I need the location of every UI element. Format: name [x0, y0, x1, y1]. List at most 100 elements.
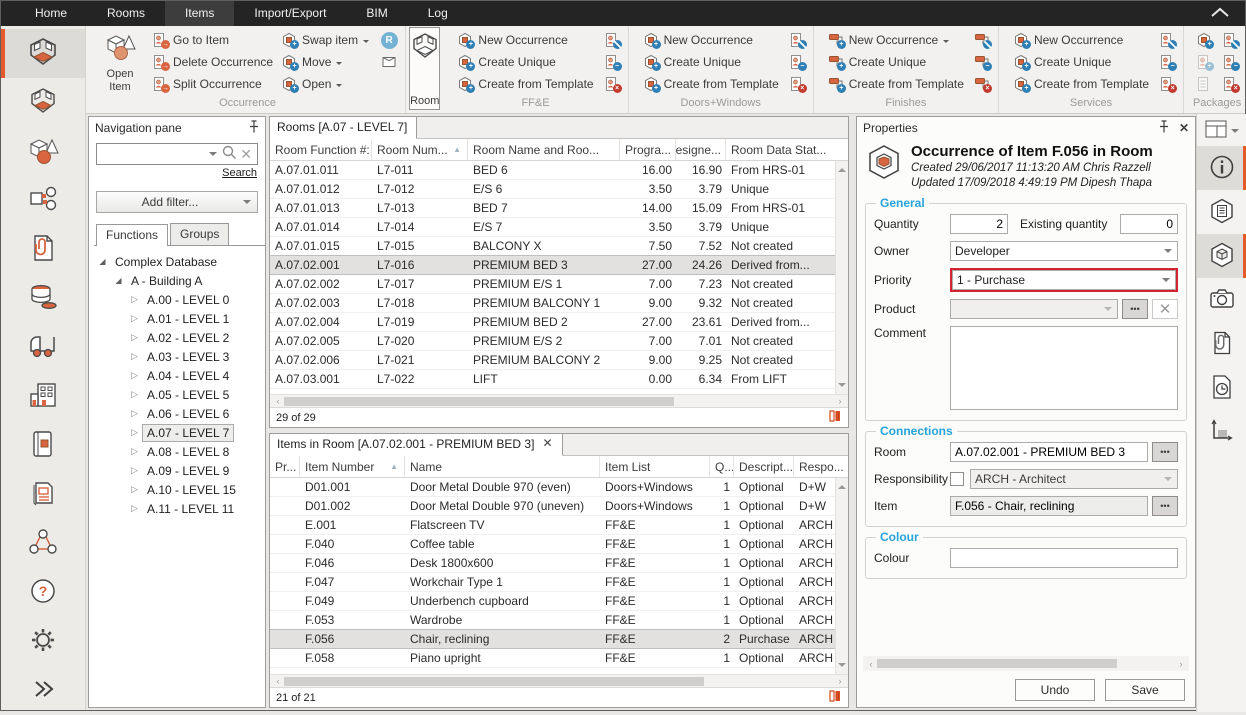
tree-node[interactable]: A.08 - LEVEL 8 [89, 442, 265, 461]
open-item-button[interactable]: Open Item [96, 29, 144, 94]
ribbon-menu-item[interactable]: → Split Occurrence [152, 73, 273, 95]
search-input[interactable] [100, 147, 209, 161]
measure-panel-button[interactable] [1197, 410, 1246, 454]
rooms-horizontal-scrollbar[interactable]: ‹› [270, 394, 848, 407]
sidebar-item-help[interactable]: ? [1, 568, 85, 617]
items-in-room-tab[interactable]: Items in Room [A.07.02.001 - PREMIUM BED… [270, 434, 563, 456]
clear-search-icon[interactable]: ✕ [238, 146, 254, 163]
attachments-panel-button[interactable] [1197, 322, 1246, 366]
data-sheet-panel-button[interactable] [1197, 190, 1246, 234]
room-row[interactable]: A.07.02.005 L7-020 PREMIUM E/S 2 7.00 7.… [270, 332, 848, 351]
ribbon-menu-item[interactable]: + Create Unique [643, 51, 779, 73]
column-header[interactable]: Descript... [734, 456, 794, 477]
sidebar-item-logistics[interactable] [1, 323, 85, 372]
revit-link-button[interactable]: R [379, 29, 399, 51]
tree-node[interactable]: A.09 - LEVEL 9 [89, 461, 265, 480]
item-row[interactable]: D01.002 Door Metal Double 970 (uneven) D… [270, 497, 848, 516]
sidebar-item-settings[interactable] [1, 617, 85, 666]
rooms-vertical-scrollbar[interactable] [835, 161, 848, 394]
room-row[interactable]: A.07.02.002 L7-017 PREMIUM E/S 1 7.00 7.… [270, 275, 848, 294]
rooms-tab[interactable]: Rooms [A.07 - LEVEL 7] [270, 117, 417, 139]
product-browse-button[interactable]: ••• [1122, 299, 1148, 319]
existing-quantity-field[interactable] [1120, 214, 1178, 234]
item-row[interactable]: E.001 Flatscreen TV FF&E 1 Optional ARCH [270, 516, 848, 535]
responsibility-checkbox[interactable] [950, 472, 964, 486]
collapse-ribbon-button[interactable] [1209, 1, 1231, 26]
column-header-sorted[interactable]: Room Num...▲ [372, 139, 468, 160]
sidebar-item-reports[interactable] [1, 470, 85, 519]
ribbon-menu-item[interactable]: + New Occurrence [828, 29, 964, 51]
save-button[interactable]: Save [1105, 679, 1185, 701]
tree-node[interactable]: A.11 - LEVEL 11 [89, 499, 265, 518]
sidebar-item-network[interactable] [1, 519, 85, 568]
sidebar-item-rooms[interactable] [1, 29, 85, 78]
tree-node[interactable]: A.05 - LEVEL 5 [89, 385, 265, 404]
edit-finish-button[interactable] [972, 29, 992, 51]
ribbon-menu-item[interactable]: + Create Unique [457, 51, 593, 73]
responsibility-dropdown[interactable]: ARCH - Architect [970, 469, 1178, 489]
item-row[interactable]: D01.001 Door Metal Double 970 (even) Doo… [270, 478, 848, 497]
ribbon-menu-item[interactable]: + Create from Template [828, 73, 964, 95]
column-chooser-icon[interactable] [828, 689, 842, 706]
ribbon-menu-item[interactable]: → Delete Occurrence [152, 51, 273, 73]
navigation-tab[interactable]: Groups [170, 223, 229, 245]
new-package-occurrence-button[interactable]: + [1194, 29, 1214, 51]
search-history-caret-icon[interactable] [209, 152, 217, 160]
ribbon-menu-item[interactable]: + Open [281, 73, 369, 95]
ribbon-tab[interactable]: Log [408, 1, 468, 26]
item-row[interactable]: F.049 Underbench cupboard FF&E 1 Optiona… [270, 592, 848, 611]
column-chooser-icon[interactable] [828, 409, 842, 426]
edit-template-button[interactable] [602, 29, 622, 51]
owner-dropdown[interactable]: Developer [950, 241, 1178, 261]
ribbon-menu-item[interactable]: → Go to Item [152, 29, 273, 51]
navigation-tab[interactable]: Functions [96, 224, 168, 246]
tree-node[interactable]: Complex Database [89, 252, 265, 271]
room-field[interactable] [950, 442, 1148, 462]
sidebar-item-finance[interactable] [1, 274, 85, 323]
edit-package-button[interactable] [1220, 29, 1240, 51]
delete-template-button[interactable]: × [602, 73, 622, 95]
item-row[interactable]: F.040 Coffee table FF&E 1 Optional ARCH [270, 535, 848, 554]
room-row[interactable]: A.07.01.012 L7-012 E/S 6 3.50 3.79 Uniqu… [270, 180, 848, 199]
search-icon[interactable] [221, 144, 238, 164]
ribbon-menu-item[interactable]: + New Occurrence [643, 29, 779, 51]
sidebar-item-room-data[interactable] [1, 78, 85, 127]
add-filter-dropdown[interactable]: Add filter... [96, 191, 258, 213]
remove-package-button[interactable]: − [1220, 51, 1240, 73]
sidebar-item-catalog[interactable] [1, 421, 85, 470]
quantity-field[interactable] [950, 214, 1008, 234]
room-row[interactable]: A.07.02.003 L7-018 PREMIUM BALCONY 1 9.0… [270, 294, 848, 313]
delete-finish-button[interactable]: × [972, 73, 992, 95]
pin-icon[interactable] [248, 120, 259, 136]
item-row[interactable]: F.046 Desk 1800x600 FF&E 1 Optional ARCH [270, 554, 848, 573]
item-row[interactable]: F.053 Wardrobe FF&E 1 Optional ARCH [270, 611, 848, 630]
ribbon-tab[interactable]: BIM [346, 1, 407, 26]
sidebar-item-occurrences[interactable] [1, 176, 85, 225]
tree-node[interactable]: A.07 - LEVEL 7 [89, 423, 265, 442]
item-row[interactable]: F.058 Piano upright FF&E 1 Optional ARCH [270, 649, 848, 668]
room-view-toggle[interactable]: Room [409, 27, 440, 110]
ribbon-menu-item[interactable]: + Swap item [281, 29, 369, 51]
items-horizontal-scrollbar[interactable]: ‹› [270, 674, 848, 687]
tree-node[interactable]: A.10 - LEVEL 15 [89, 480, 265, 499]
remove-service-button[interactable]: − [1157, 51, 1177, 73]
delete-template-button[interactable]: × [787, 73, 807, 95]
undo-button[interactable]: Undo [1015, 679, 1095, 701]
tree-node[interactable]: A.06 - LEVEL 6 [89, 404, 265, 423]
edit-template-button[interactable] [787, 29, 807, 51]
column-header[interactable]: Room Function #: [270, 139, 372, 160]
comment-field[interactable] [950, 326, 1178, 410]
item-browse-button[interactable]: ••• [1152, 496, 1178, 516]
tree-node[interactable]: A - Building A [89, 271, 265, 290]
tree-node[interactable]: A.04 - LEVEL 4 [89, 366, 265, 385]
column-header[interactable]: Room Data Stat... [726, 139, 848, 160]
delete-service-button[interactable]: × [1157, 73, 1177, 95]
ribbon-tab[interactable]: Home [15, 1, 87, 26]
info-panel-button[interactable] [1197, 146, 1246, 190]
remove-finish-button[interactable]: − [972, 51, 992, 73]
ribbon-tab[interactable]: Items [165, 1, 234, 26]
create-unique-package-button[interactable]: + [1194, 51, 1214, 73]
sidebar-item-attachments[interactable] [1, 225, 85, 274]
ribbon-menu-item[interactable]: + Create Unique [1013, 51, 1149, 73]
room-row[interactable]: A.07.02.006 L7-021 PREMIUM BALCONY 2 9.0… [270, 351, 848, 370]
